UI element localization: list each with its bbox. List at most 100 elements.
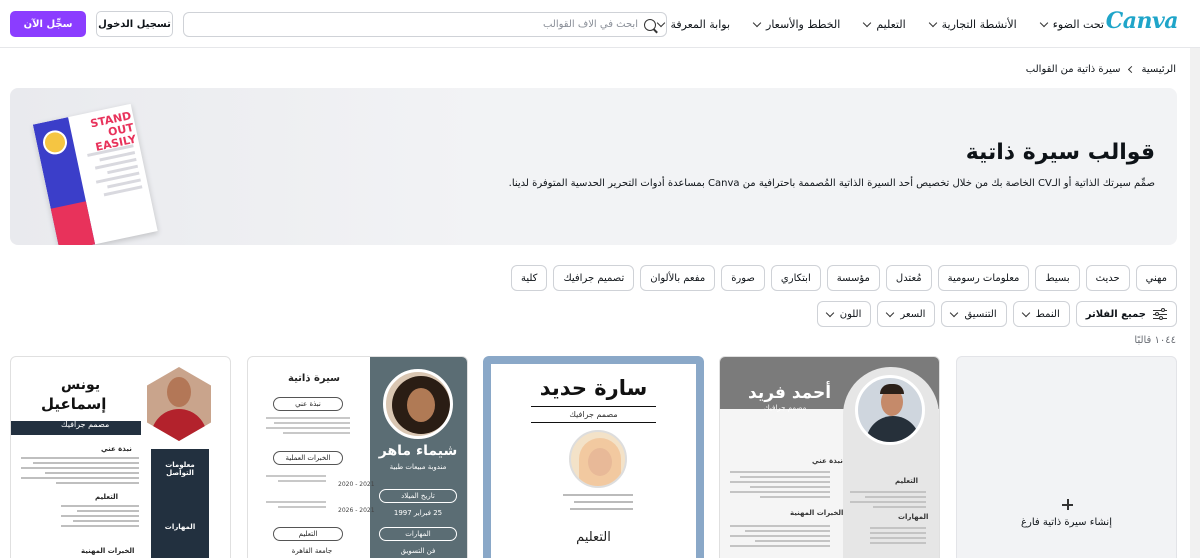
chip-infographic[interactable]: معلومات رسومية (937, 265, 1030, 291)
signup-button[interactable]: سجِّل الآن (10, 11, 86, 37)
resume-section-about: نبذة عني (101, 445, 132, 453)
resume-skill-marketing: فن التسويق (400, 547, 436, 555)
resume-section-education: التعليم (273, 527, 343, 541)
create-blank-label: إنشاء سيرة ذاتية فارغ (1021, 517, 1112, 528)
resume-job-title: مصمم جرافيك (61, 420, 110, 429)
resume-section-education: التعليم (95, 493, 119, 501)
chip-simple[interactable]: بسيط (1035, 265, 1080, 291)
resume-contact-lines (563, 494, 633, 515)
resume-text-lines (266, 501, 326, 511)
chevron-down-icon (886, 308, 895, 317)
nav-item-label: الأنشطة التجارية (941, 17, 1017, 31)
breadcrumb-current-link[interactable]: سيرة ذاتية من القوالب (1026, 64, 1121, 75)
chip-photo[interactable]: صورة (721, 265, 765, 291)
divider (531, 406, 656, 407)
chip-college[interactable]: كلية (510, 265, 548, 291)
resume-section-skills: المهارات (898, 513, 929, 521)
resume-photo (569, 430, 627, 488)
resume-section-skills: المهارات (379, 527, 457, 541)
hero-resume-illustration: STAND OUT EASILY (21, 96, 197, 245)
resume-section-about: نبذة عني (273, 397, 343, 411)
divider (531, 422, 656, 423)
resume-sidebar-accent (50, 201, 96, 245)
resume-text-lines (266, 475, 326, 485)
nav-item-education[interactable]: التعليم (863, 17, 906, 31)
resume-text-lines (82, 144, 143, 203)
chip-professional[interactable]: مهني (1135, 265, 1177, 291)
chip-colorful[interactable]: مفعم بالألوان (640, 265, 716, 291)
breadcrumb: الرئيسية سيرة ذاتية من القوالب (1026, 64, 1176, 75)
login-button[interactable]: تسجيل الدخول (96, 11, 173, 37)
template-card-younes-ismail[interactable]: يونس إسماعيل مصمم جرافيك معلومات التواصل… (10, 356, 231, 558)
search-icon[interactable] (644, 18, 656, 31)
filter-bar: جميع الفلاتر النمط التنسيق السعر اللون (816, 301, 1177, 327)
resume-photo (147, 367, 211, 441)
resume-section-education: التعليم (576, 530, 611, 545)
page-scrollbar[interactable] (1190, 48, 1200, 558)
nav-item-business[interactable]: الأنشطة التجارية (928, 17, 1017, 31)
resume-section-skills: المهارات (164, 523, 196, 531)
all-filters-button[interactable]: جميع الفلاتر (1075, 301, 1177, 327)
top-header: Canva تحت الضوء الأنشطة التجارية التعليم… (0, 0, 1200, 48)
nav-item-learn[interactable]: بوابة المعرفة (657, 17, 731, 31)
resume-photo (855, 375, 925, 445)
resume-section-experience: الخبرات المهنية (81, 547, 135, 555)
main-nav: تحت الضوء الأنشطة التجارية التعليم الخطط… (657, 0, 1104, 48)
price-filter-dropdown[interactable]: السعر (877, 301, 936, 327)
style-filter-dropdown[interactable]: النمط (1012, 301, 1070, 327)
chip-moderate[interactable]: مُعتدل (885, 265, 932, 291)
resume-heading: سيرة ذاتية (288, 373, 340, 384)
nav-item-label: تحت الضوء (1052, 17, 1104, 31)
chip-corporate[interactable]: مؤسسة (826, 265, 880, 291)
template-card-ahmed-farid[interactable]: أحمد فريد مصمم جرافيك نبذة عني التعليم ا… (719, 356, 940, 558)
page-title: قوالب سيرة ذاتية (965, 140, 1155, 165)
resume-name: شيماء ماهر (378, 443, 458, 459)
template-card-shaimaa-maher[interactable]: شيماء ماهر مندوبة مبيعات طبية تاريخ المي… (247, 356, 468, 558)
chevron-down-icon (928, 18, 937, 27)
canva-logo[interactable]: Canva (1106, 8, 1179, 34)
page-description: صمِّم سيرتك الذاتية أو الـCV الخاصة بك م… (508, 178, 1155, 189)
template-count: ١٠٤٤ قالبًا (1134, 335, 1176, 346)
template-card-sara-hadid[interactable]: سارة حديد مصمم جرافيك التعليم (483, 356, 704, 558)
resume-job-title: مصمم جرافيك (569, 410, 618, 419)
resume-page: سارة حديد مصمم جرافيك التعليم (491, 364, 696, 558)
category-chips: مهني حديث بسيط معلومات رسومية مُعتدل مؤس… (510, 265, 1177, 291)
resume-birth-label: تاريخ الميلاد (379, 489, 457, 503)
price-filter-label: السعر (900, 308, 926, 320)
color-filter-dropdown[interactable]: اللون (816, 301, 872, 327)
breadcrumb-home-link[interactable]: الرئيسية (1142, 64, 1176, 75)
resume-sheet-image: STAND OUT EASILY (32, 103, 158, 245)
color-filter-label: اللون (839, 308, 862, 320)
format-filter-label: التنسيق (964, 308, 997, 320)
resume-section-experience: الخبرات المهنية (790, 509, 844, 517)
chip-graphic-design[interactable]: تصميم جرافيك (553, 265, 635, 291)
resume-photo (383, 369, 453, 439)
chip-creative[interactable]: ابتكاري (770, 265, 821, 291)
resume-text-lines (21, 457, 139, 487)
resume-birth-date: 25 فبراير 1997 (393, 509, 443, 517)
resume-last-name: إسماعيل (41, 395, 107, 413)
resume-text-lines (850, 491, 926, 511)
chevron-down-icon (1021, 308, 1030, 317)
resume-name: سارة حديد (539, 376, 648, 400)
nav-item-spotlight[interactable]: تحت الضوء (1039, 17, 1104, 31)
search-box[interactable] (183, 12, 667, 37)
search-input[interactable] (194, 19, 638, 30)
resume-years: 2021 - 2020 (338, 481, 375, 488)
create-blank-resume-card[interactable]: إنشاء سيرة ذاتية فارغ (956, 356, 1177, 558)
format-filter-dropdown[interactable]: التنسيق (941, 301, 1007, 327)
hero-banner: قوالب سيرة ذاتية صمِّم سيرتك الذاتية أو … (10, 88, 1177, 245)
resume-job-title: مندوبة مبيعات طبية (389, 463, 447, 471)
resume-university: جامعة القاهرة (291, 547, 333, 555)
resume-text-lines (61, 505, 139, 530)
chip-modern[interactable]: حديث (1085, 265, 1130, 291)
nav-item-label: بوابة المعرفة (670, 17, 731, 31)
resume-text-lines (730, 525, 830, 550)
resume-name: أحمد فريد (748, 383, 832, 403)
resume-years: 2021 - 2026 (338, 507, 375, 514)
nav-item-label: التعليم (876, 17, 906, 31)
resume-text-lines (730, 471, 830, 501)
resume-side-panel: معلومات التواصل المهارات (151, 449, 209, 558)
chevron-down-icon (863, 18, 872, 27)
nav-item-pricing[interactable]: الخطط والأسعار (752, 18, 840, 31)
